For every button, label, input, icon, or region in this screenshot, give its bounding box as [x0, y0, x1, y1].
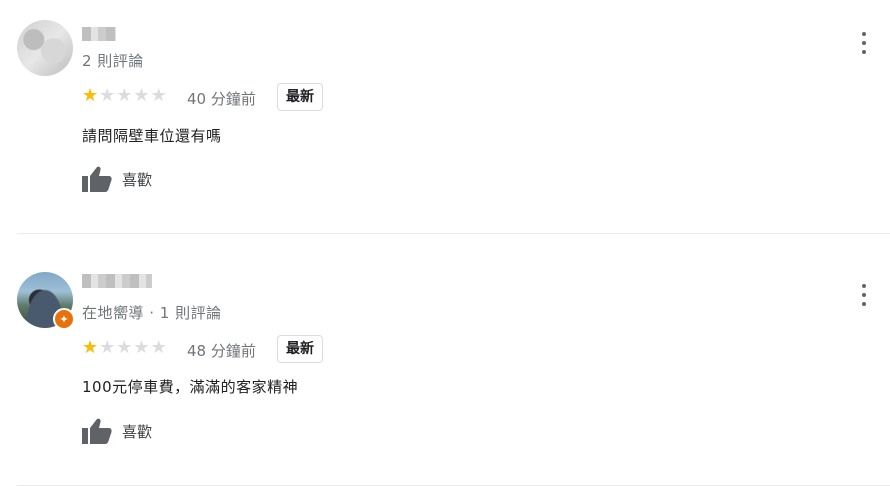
like-label: 喜歡	[122, 170, 153, 189]
divider	[17, 485, 890, 486]
divider	[17, 233, 890, 234]
new-badge: 最新	[277, 335, 323, 363]
star-icon: ★	[150, 85, 168, 106]
star-rating: ★★★★★	[82, 339, 168, 357]
star-icon: ★	[99, 85, 117, 106]
reviewer-name[interactable]	[82, 274, 152, 288]
reviewer-meta: 2 則評論	[82, 52, 144, 70]
like-label: 喜歡	[122, 422, 153, 441]
more-vert-icon[interactable]	[855, 284, 873, 306]
star-icon: ★	[82, 337, 100, 358]
review-time: 40 分鐘前	[187, 90, 256, 108]
thumb-up-icon	[82, 166, 112, 192]
star-icon: ★	[150, 337, 168, 358]
thumb-up-icon	[82, 418, 112, 444]
star-icon: ★	[82, 85, 100, 106]
reviewer-name[interactable]	[82, 27, 116, 41]
new-badge: 最新	[277, 83, 323, 111]
review-text: 請問隔壁車位還有嗎	[82, 127, 222, 145]
review-text: 100元停車費，滿滿的客家精神	[82, 378, 299, 396]
local-guide-badge-icon: ✦	[53, 308, 75, 330]
star-icon: ★	[116, 337, 134, 358]
star-icon: ★	[133, 337, 151, 358]
reviewer-avatar[interactable]	[17, 20, 73, 76]
reviewer-meta: 在地嚮導 · 1 則評論	[82, 304, 222, 322]
star-icon: ★	[116, 85, 134, 106]
more-vert-icon[interactable]	[855, 32, 873, 54]
star-icon: ★	[133, 85, 151, 106]
star-icon: ★	[99, 337, 117, 358]
like-button[interactable]: 喜歡	[82, 166, 152, 192]
star-rating: ★★★★★	[82, 87, 168, 105]
review-time: 48 分鐘前	[187, 342, 256, 360]
like-button[interactable]: 喜歡	[82, 418, 152, 444]
